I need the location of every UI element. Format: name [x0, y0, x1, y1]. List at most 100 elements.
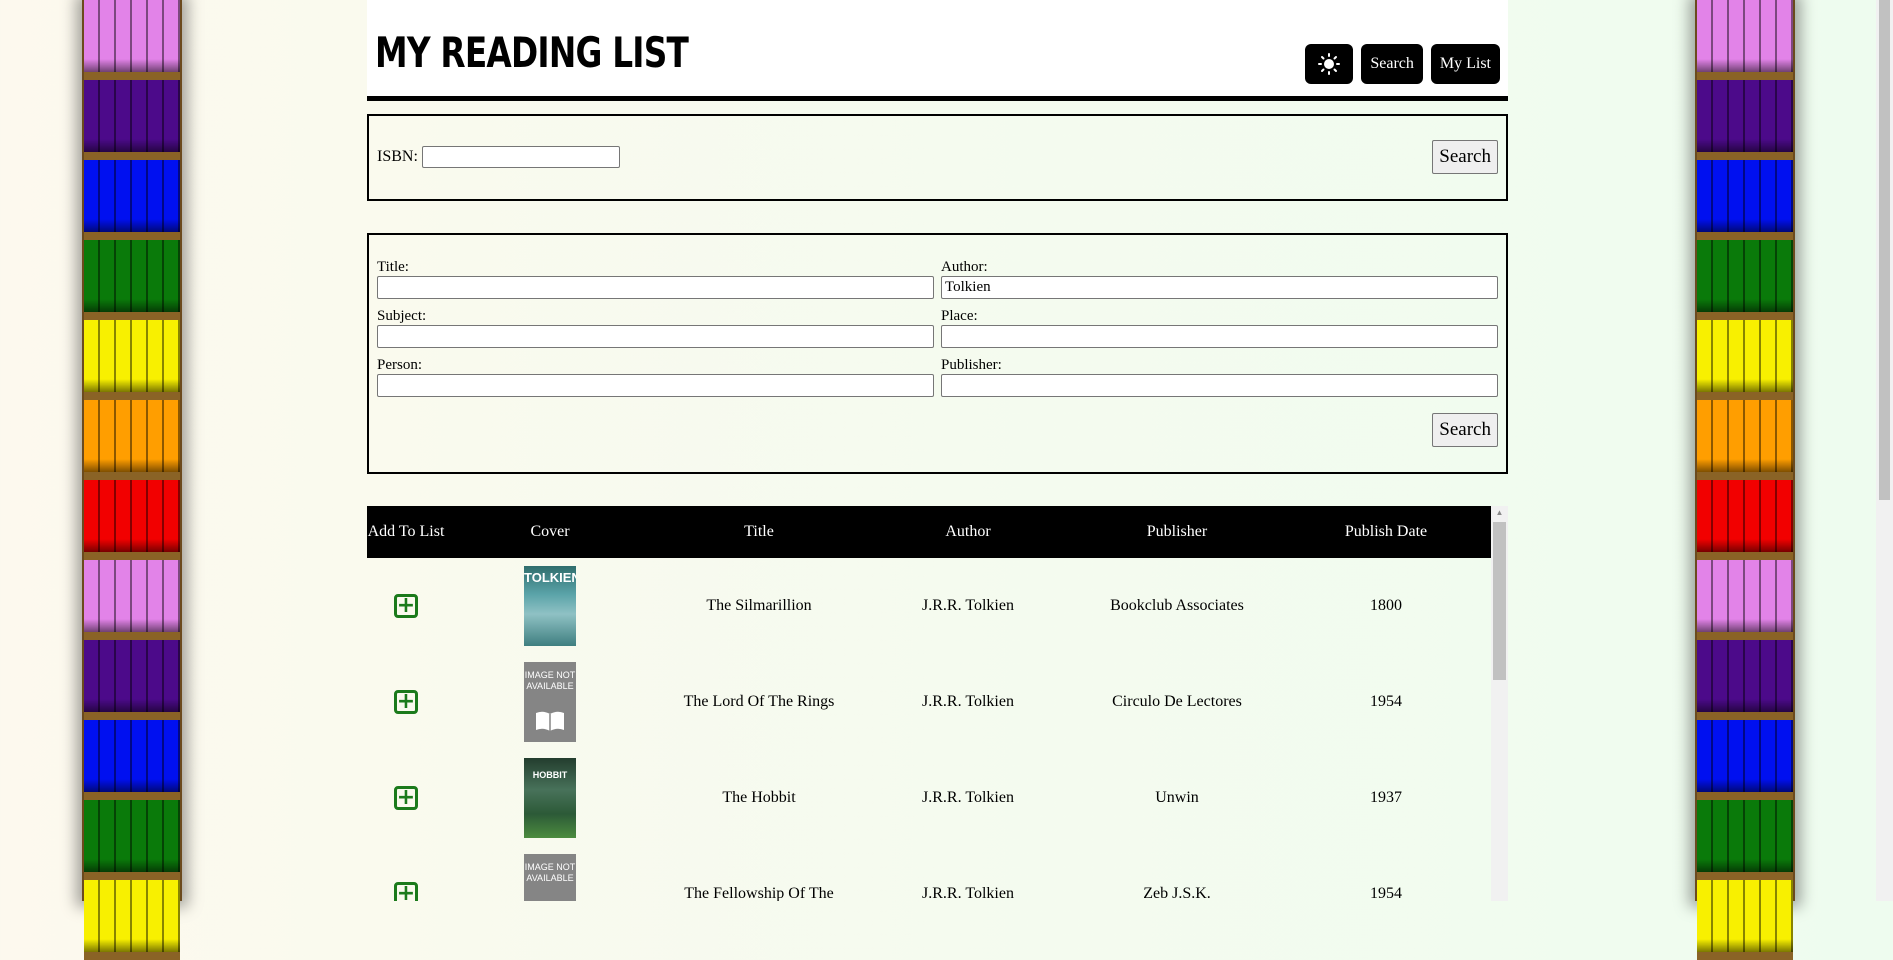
page-scrollbar[interactable]	[1876, 0, 1893, 901]
header-publisher: Publisher	[1146, 523, 1208, 540]
book-spine	[1729, 480, 1745, 552]
add-to-list-button[interactable]: +	[394, 882, 418, 901]
book-spine	[132, 560, 148, 632]
book-spine	[100, 880, 116, 952]
book-spine	[1729, 400, 1745, 472]
book-spine	[132, 320, 148, 392]
subject-input[interactable]	[377, 325, 934, 348]
book-spine	[148, 320, 164, 392]
nav-search-button[interactable]: Search	[1361, 44, 1423, 84]
book-spine	[148, 800, 164, 872]
book-spine	[148, 720, 164, 792]
book-spine	[1777, 320, 1793, 392]
author-field-group: Author: Tolkien	[941, 259, 1498, 299]
book-spine	[1729, 240, 1745, 312]
book-spine	[1761, 720, 1777, 792]
cover-text: TOLKIEN	[524, 570, 576, 585]
book-spine	[1745, 880, 1761, 952]
book-spine	[164, 560, 180, 632]
book-title: The Silmarillion	[706, 597, 812, 614]
book-spine	[1745, 320, 1761, 392]
shelf-row	[1697, 800, 1793, 880]
shelf-row	[1697, 400, 1793, 480]
image-not-available-cover: IMAGE NOT AVAILABLE	[524, 662, 576, 742]
advanced-search-button[interactable]: Search	[1432, 413, 1498, 447]
header-publish-date: Publish Date	[1344, 523, 1428, 540]
page-scrollbar-thumb[interactable]	[1879, 0, 1890, 500]
shelf-row	[84, 800, 180, 880]
book-publish-date: 1800	[1370, 597, 1402, 614]
book-spine	[148, 0, 164, 72]
author-label: Author:	[941, 259, 988, 275]
nav-my-list-button[interactable]: My List	[1430, 44, 1500, 84]
bookshelf-left-decoration	[82, 0, 182, 960]
book-spine	[84, 320, 100, 392]
add-to-list-button[interactable]: +	[394, 594, 418, 618]
book-spine	[116, 320, 132, 392]
book-spine	[100, 0, 116, 72]
book-spine	[1729, 800, 1745, 872]
book-spine	[100, 80, 116, 152]
theme-toggle-button[interactable]	[1305, 44, 1354, 84]
header-title: Title	[744, 523, 774, 540]
book-spine	[1761, 400, 1777, 472]
book-spine	[164, 240, 180, 312]
book-spine	[116, 880, 132, 952]
book-spine	[164, 80, 180, 152]
title-input[interactable]	[377, 276, 934, 299]
person-input[interactable]	[377, 374, 934, 397]
results-scrollbar[interactable]: ▲	[1491, 506, 1508, 901]
header-author: Author	[945, 523, 991, 540]
book-spine	[1777, 0, 1793, 72]
book-spine	[100, 240, 116, 312]
book-spine	[84, 0, 100, 72]
book-spine	[1713, 640, 1729, 712]
book-spine	[1777, 80, 1793, 152]
book-spine	[1761, 800, 1777, 872]
book-spine	[148, 880, 164, 952]
add-to-list-button[interactable]: +	[394, 690, 418, 714]
book-title: The Fellowship Of The	[684, 885, 834, 901]
book-author: J.R.R. Tolkien	[922, 789, 1014, 806]
table-row: + TOLKIEN The Silmarillion J.R.R. Tolkie…	[367, 558, 1491, 654]
book-cover-image: TOLKIEN	[524, 566, 576, 646]
isbn-input[interactable]	[422, 146, 620, 168]
book-spine	[1777, 240, 1793, 312]
book-spine	[132, 800, 148, 872]
publisher-input[interactable]	[941, 374, 1498, 397]
book-spine	[132, 880, 148, 952]
book-spine	[1697, 560, 1713, 632]
book-spine	[1713, 240, 1729, 312]
site-title: My Reading List	[375, 28, 689, 77]
shelf-row	[84, 480, 180, 560]
shelf-row	[1697, 160, 1793, 240]
book-spine	[1697, 480, 1713, 552]
book-spine	[1729, 160, 1745, 232]
book-author: J.R.R. Tolkien	[922, 597, 1014, 614]
book-spine	[1761, 480, 1777, 552]
publisher-label: Publisher:	[941, 357, 1002, 373]
book-spine	[1713, 160, 1729, 232]
book-spine	[100, 800, 116, 872]
shelf-row	[84, 0, 180, 80]
table-row: + IMAGE NOT AVAILABLE The Lord Of The Ri…	[367, 654, 1491, 750]
table-row: + IMAGE NOT AVAILABLE The Fellowship Of …	[367, 846, 1491, 901]
book-spine	[132, 240, 148, 312]
book-spine	[1745, 400, 1761, 472]
book-spine	[1745, 80, 1761, 152]
scroll-up-arrow-icon[interactable]: ▲	[1491, 506, 1508, 520]
isbn-search-button[interactable]: Search	[1432, 140, 1498, 174]
book-spine	[1729, 640, 1745, 712]
book-spine	[164, 800, 180, 872]
book-spine	[1761, 240, 1777, 312]
results-scrollbar-thumb[interactable]	[1493, 522, 1506, 680]
book-spine	[1777, 160, 1793, 232]
advanced-search-form: Title: Author: Tolkien Subject: Place: P…	[367, 233, 1508, 474]
author-input[interactable]: Tolkien	[941, 276, 1498, 299]
book-title: The Lord Of The Rings	[683, 693, 835, 710]
add-to-list-button[interactable]: +	[394, 786, 418, 810]
book-spine	[1761, 320, 1777, 392]
place-input[interactable]	[941, 325, 1498, 348]
book-spine	[100, 640, 116, 712]
book-spine	[116, 240, 132, 312]
